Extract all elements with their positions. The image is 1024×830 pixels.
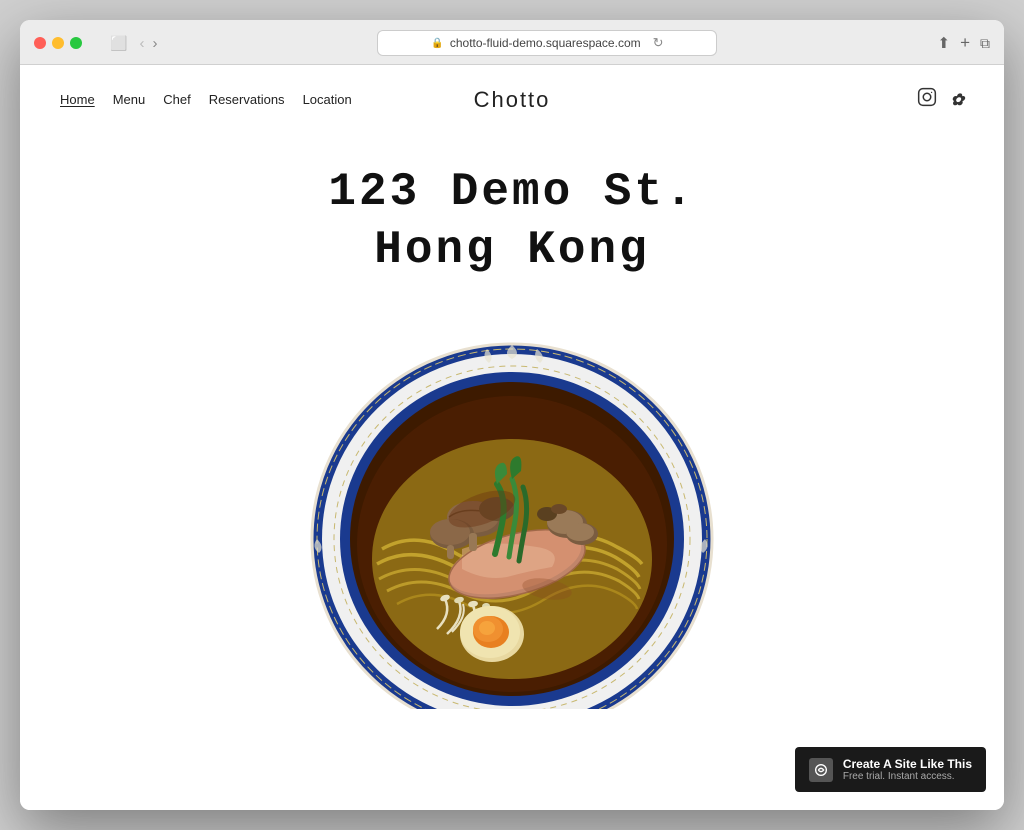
sidebar-toggle-icon[interactable]: ⬜ (110, 35, 127, 52)
ramen-bowl-illustration (297, 329, 727, 709)
reload-icon[interactable]: ↻ (653, 35, 664, 51)
hero-section: 123 Demo St. Hong Kong (20, 134, 1004, 709)
share-icon[interactable]: ⬆ (937, 34, 950, 52)
ss-badge-text: Create A Site Like This Free trial. Inst… (843, 757, 972, 782)
minimize-button[interactable] (52, 37, 64, 49)
lock-icon: 🔒 (431, 38, 443, 49)
forward-button[interactable]: › (152, 35, 157, 52)
hero-address: 123 Demo St. Hong Kong (328, 164, 695, 279)
traffic-lights (34, 37, 82, 49)
browser-chrome: ⬜ ‹ › 🔒 chotto-fluid-demo.squarespace.co… (20, 20, 1004, 65)
site-navigation: Home Menu Chef Reservations Location Cho… (20, 65, 1004, 134)
yelp-icon[interactable]: ✿ (951, 90, 964, 110)
tabs-icon[interactable]: ⧉ (980, 35, 990, 52)
address-line1: 123 Demo St. (328, 164, 695, 222)
close-button[interactable] (34, 37, 46, 49)
new-tab-icon[interactable]: + (960, 33, 970, 53)
url-text: chotto-fluid-demo.squarespace.com (450, 36, 641, 50)
nav-link-home[interactable]: Home (60, 92, 95, 107)
nav-link-reservations[interactable]: Reservations (209, 92, 285, 107)
site-title: Chotto (474, 87, 551, 113)
address-bar-wrapper: 🔒 chotto-fluid-demo.squarespace.com ↻ (169, 30, 925, 56)
browser-window: ⬜ ‹ › 🔒 chotto-fluid-demo.squarespace.co… (20, 20, 1004, 810)
site-content: Home Menu Chef Reservations Location Cho… (20, 65, 1004, 810)
nav-links: Home Menu Chef Reservations Location (60, 92, 352, 107)
browser-actions: ⬆ + ⧉ (937, 33, 990, 53)
nav-social: ✿ (917, 87, 964, 112)
instagram-icon[interactable] (917, 87, 937, 112)
view-toggle: ⬜ (110, 35, 127, 52)
browser-controls: ‹ › (139, 35, 157, 52)
maximize-button[interactable] (70, 37, 82, 49)
back-button[interactable]: ‹ (139, 35, 144, 52)
bowl-container (20, 329, 1004, 709)
squarespace-badge[interactable]: Create A Site Like This Free trial. Inst… (795, 747, 986, 792)
ss-badge-subtitle: Free trial. Instant access. (843, 771, 972, 782)
address-bar[interactable]: 🔒 chotto-fluid-demo.squarespace.com ↻ (377, 30, 717, 56)
ss-badge-title: Create A Site Like This (843, 757, 972, 771)
nav-link-location[interactable]: Location (303, 92, 352, 107)
address-line2: Hong Kong (328, 222, 695, 280)
squarespace-badge-icon (809, 758, 833, 782)
nav-link-menu[interactable]: Menu (113, 92, 146, 107)
nav-link-chef[interactable]: Chef (163, 92, 190, 107)
